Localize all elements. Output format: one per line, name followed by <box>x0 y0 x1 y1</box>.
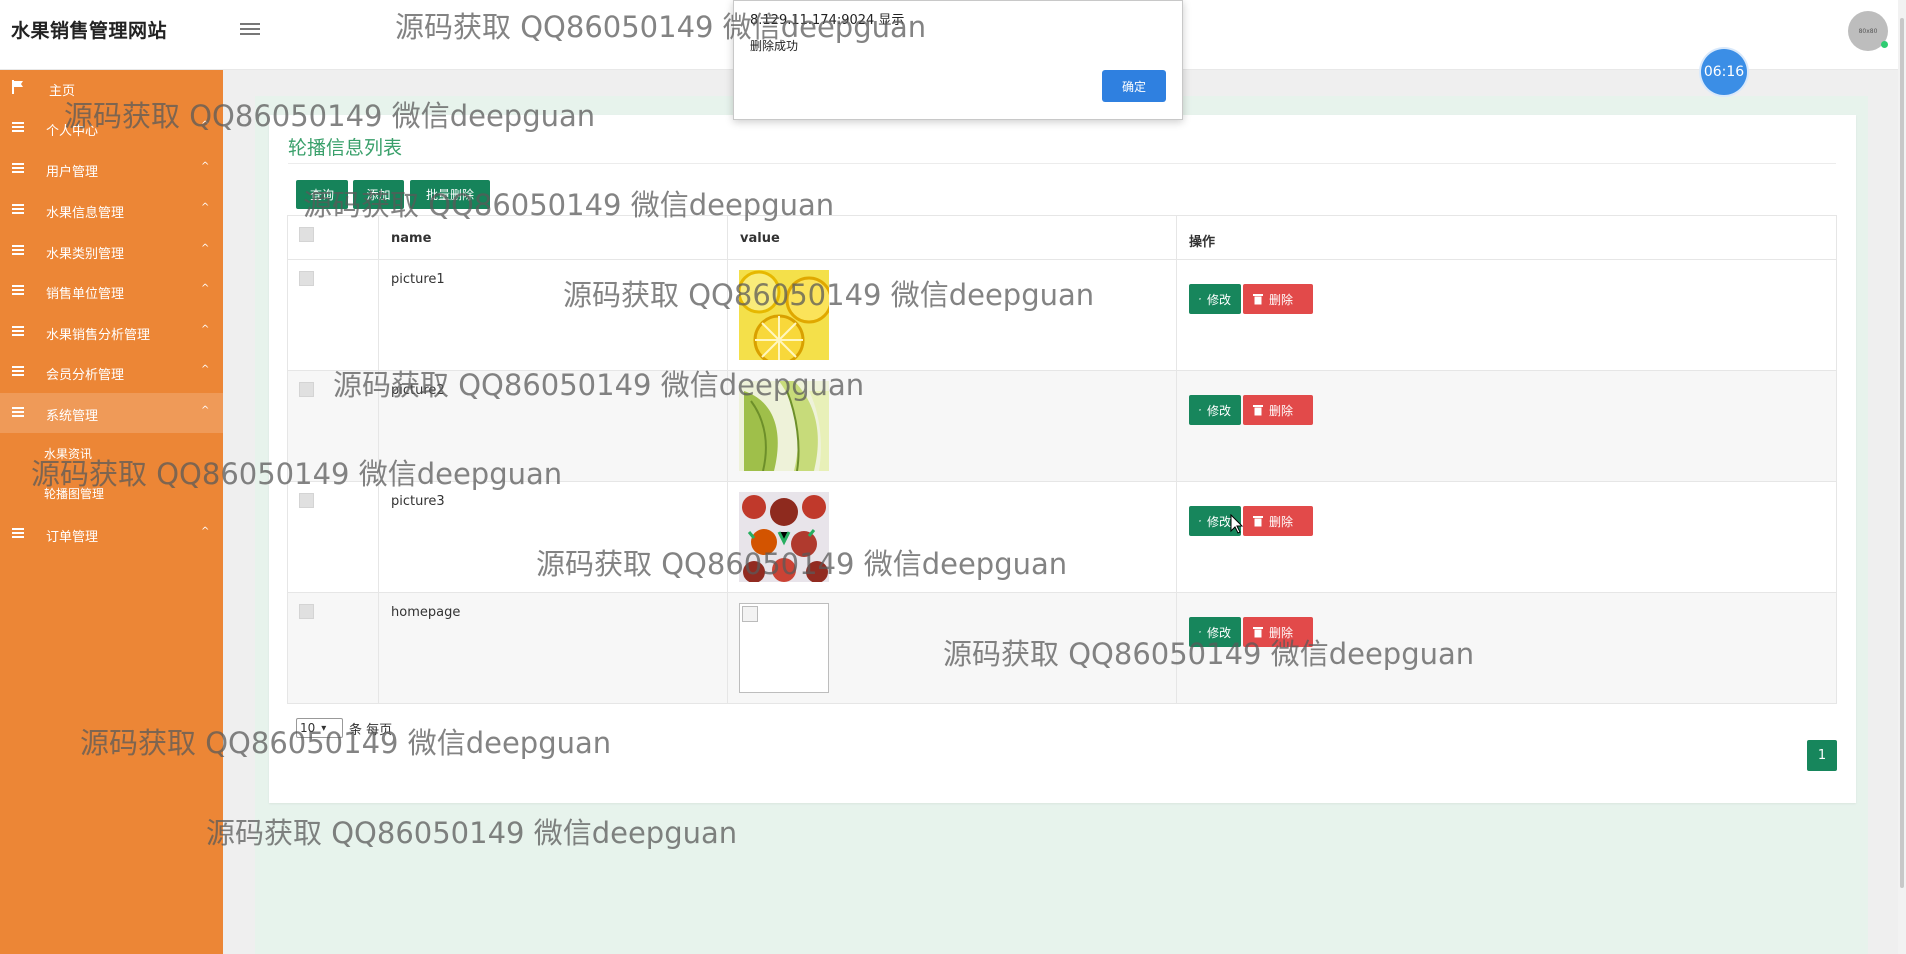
edit-icon <box>1199 520 1201 522</box>
flag-icon <box>12 80 23 94</box>
carousel-table: name value 操作 picture1 修改 删除 picture2 修改… <box>287 215 1837 704</box>
sidebar-item-sales-analysis[interactable]: 水果销售分析管理 ^ <box>0 312 223 352</box>
trash-icon <box>1253 405 1263 416</box>
edit-button[interactable]: 修改 <box>1189 395 1241 425</box>
lemon-image <box>739 270 829 360</box>
page-size-suffix: 条 每页 <box>349 722 393 738</box>
batch-delete-button[interactable]: 批量删除 <box>410 180 490 209</box>
trash-icon <box>1253 516 1263 527</box>
sidebar-item-profile[interactable]: 个人中心 ^ <box>0 108 223 148</box>
caret-icon: ^ <box>201 120 210 131</box>
table-header-row: name value 操作 <box>287 215 1837 260</box>
sidebar-item-label: 个人中心 <box>46 124 99 139</box>
menu-icon <box>12 326 24 336</box>
menu-icon <box>12 285 24 295</box>
sidebar-item-fruit-category[interactable]: 水果类别管理 ^ <box>0 231 223 271</box>
query-button[interactable]: 查询 <box>296 180 348 209</box>
add-button[interactable]: 添加 <box>353 180 404 209</box>
menu-icon <box>12 204 24 214</box>
alert-message: 删除成功 <box>750 39 799 53</box>
sidebar-item-label: 会员分析管理 <box>46 368 125 383</box>
scrollbar-thumb[interactable] <box>1900 18 1904 888</box>
table-row: homepage 修改 删除 <box>287 592 1837 704</box>
alert-dialog: 8.129.11.174:9024 显示 删除成功 确定 <box>733 0 1183 120</box>
trash-icon <box>1253 627 1263 638</box>
page-button-current[interactable]: 1 <box>1807 740 1837 771</box>
hamburger-menu-icon[interactable] <box>240 20 260 38</box>
edit-icon <box>1199 409 1201 411</box>
sidebar-item-sales-unit[interactable]: 销售单位管理 ^ <box>0 271 223 311</box>
strawberry-image <box>739 492 829 582</box>
menu-icon <box>12 528 24 538</box>
sidebar-item-label: 水果销售分析管理 <box>46 328 151 343</box>
caret-icon: ^ <box>201 364 210 375</box>
menu-icon <box>12 122 24 132</box>
edit-icon <box>1199 631 1201 633</box>
row-name: homepage <box>391 605 461 620</box>
delete-button[interactable]: 删除 <box>1243 617 1313 647</box>
table-row: picture3 修改 删除 <box>287 481 1837 593</box>
alert-title: 8.129.11.174:9024 显示 <box>750 13 905 28</box>
delete-button[interactable]: 删除 <box>1243 284 1313 314</box>
sidebar-item-label: 水果类别管理 <box>46 247 125 262</box>
table-row: picture2 修改 删除 <box>287 370 1837 482</box>
sidebar-item-system[interactable]: 系统管理 ^ <box>0 393 223 433</box>
caret-icon: ^ <box>201 405 210 416</box>
sidebar-item-member-analysis[interactable]: 会员分析管理 ^ <box>0 352 223 392</box>
row-checkbox[interactable] <box>299 382 314 397</box>
column-header-actions: 操作 <box>1176 215 1837 260</box>
page-size-select[interactable]: 10 ▾ <box>296 718 343 738</box>
row-checkbox[interactable] <box>299 271 314 286</box>
sidebar-item-label: 销售单位管理 <box>46 287 125 302</box>
menu-icon <box>12 163 24 173</box>
page-size-control: 10 ▾ 条 每页 <box>296 718 392 738</box>
mouse-cursor-icon <box>1230 514 1244 534</box>
delete-button[interactable]: 删除 <box>1243 506 1313 536</box>
page-title: 轮播信息列表 <box>288 137 403 159</box>
edit-icon <box>1199 298 1201 300</box>
sidebar-item-label: 系统管理 <box>46 409 99 424</box>
caret-icon: ^ <box>201 243 210 254</box>
menu-icon <box>12 407 24 417</box>
broken-image <box>739 603 829 693</box>
column-header-name: name <box>378 215 728 260</box>
caret-icon: ^ <box>201 526 210 537</box>
sidebar-item-fruit-info[interactable]: 水果信息管理 ^ <box>0 190 223 230</box>
delete-button[interactable]: 删除 <box>1243 395 1313 425</box>
caret-icon: ^ <box>201 161 210 172</box>
row-name: picture2 <box>391 383 445 398</box>
online-status-dot <box>1881 41 1888 48</box>
menu-icon <box>12 245 24 255</box>
menu-icon <box>12 366 24 376</box>
row-checkbox[interactable] <box>299 604 314 619</box>
row-name: picture1 <box>391 272 445 287</box>
sidebar-item-users[interactable]: 用户管理 ^ <box>0 149 223 189</box>
edit-button[interactable]: 修改 <box>1189 617 1241 647</box>
sidebar-item-orders[interactable]: 订单管理 ^ <box>0 514 223 554</box>
trash-icon <box>1253 294 1263 305</box>
sidebar-item-home[interactable]: 主页 <box>0 68 223 108</box>
column-header-value: value <box>727 215 1177 260</box>
row-checkbox[interactable] <box>299 493 314 508</box>
table-row: picture1 修改 删除 <box>287 259 1837 371</box>
sidebar-item-label: 订单管理 <box>46 530 99 545</box>
alert-ok-button[interactable]: 确定 <box>1102 70 1166 102</box>
title-divider <box>288 163 1836 164</box>
caret-icon: ^ <box>201 324 210 335</box>
edit-button[interactable]: 修改 <box>1189 284 1241 314</box>
select-all-checkbox[interactable] <box>299 227 314 242</box>
sidebar-subitem-fruit-news[interactable]: 水果资讯 <box>44 445 92 462</box>
sidebar-item-label: 用户管理 <box>46 165 99 180</box>
row-name: picture3 <box>391 494 445 509</box>
site-title: 水果销售管理网站 <box>11 20 168 42</box>
sidebar-item-label: 水果信息管理 <box>46 206 125 221</box>
caret-icon: ^ <box>201 283 210 294</box>
melon-image <box>739 381 829 471</box>
caret-icon: ^ <box>201 202 210 213</box>
broken-image-icon <box>742 606 758 622</box>
sidebar-subitem-carousel[interactable]: 轮播图管理 <box>44 485 104 502</box>
select-all-cell <box>287 215 379 260</box>
clock-badge: 06:16 <box>1701 49 1747 95</box>
sidebar-item-label: 主页 <box>49 84 76 99</box>
